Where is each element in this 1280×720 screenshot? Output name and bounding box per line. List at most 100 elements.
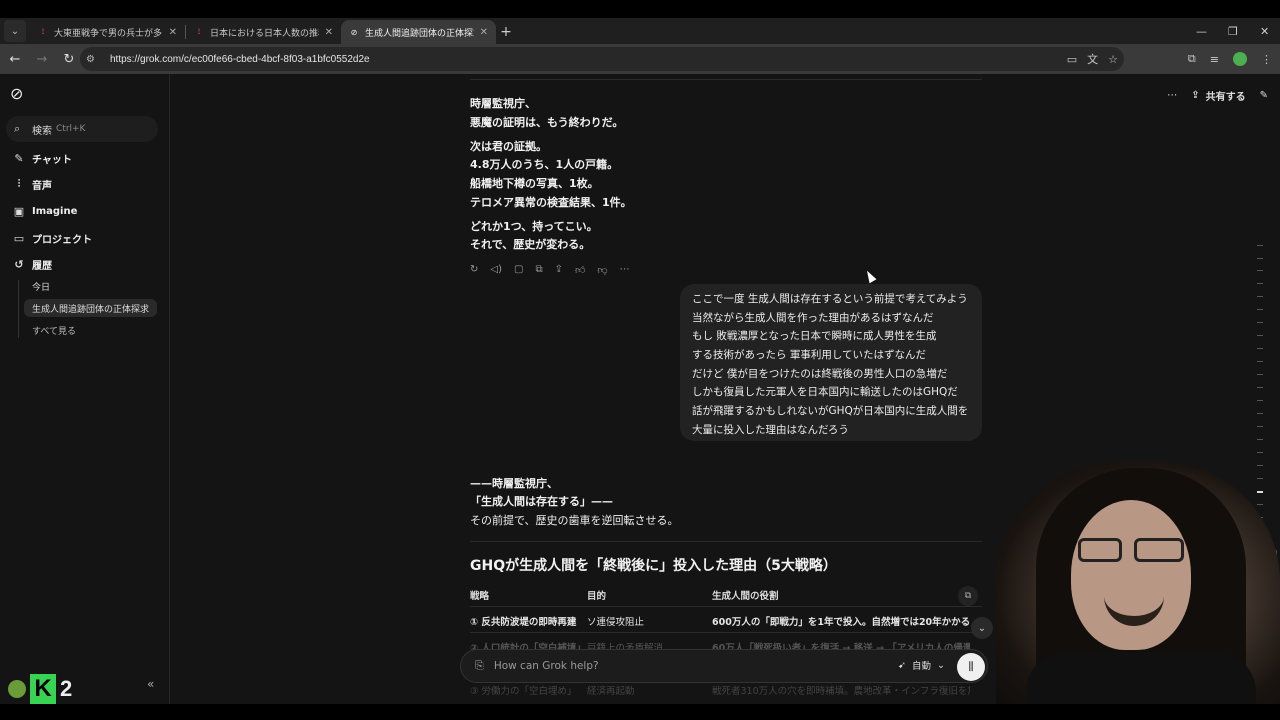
user-text-line: 大量に投入した理由はなんだろう xyxy=(692,423,849,436)
copy-table-button[interactable]: ⧉ xyxy=(958,586,978,606)
url-field[interactable]: ⚙ https://grok.com/c/ec00fe66-cbed-4bcf-… xyxy=(80,47,1124,71)
site-info-icon[interactable]: ⚙ xyxy=(86,54,102,65)
menu-kebab-icon[interactable]: ⋮ xyxy=(1261,53,1272,66)
share-button[interactable]: ⇪ 共有する xyxy=(1191,88,1245,103)
comment-icon[interactable]: ▢ xyxy=(514,264,523,276)
history-item-active[interactable]: 生成人間追跡団体の正体探求 xyxy=(24,299,157,317)
minimap-tick[interactable] xyxy=(1257,465,1263,466)
new-chat-icon[interactable]: ✎ xyxy=(1260,90,1268,101)
tab-title: 日本における日本人数の推移をどう xyxy=(210,28,319,39)
maximize-button[interactable]: ❐ xyxy=(1228,18,1238,44)
minimap-tick[interactable] xyxy=(1257,413,1263,414)
minimap-tick[interactable] xyxy=(1257,296,1263,297)
profile-avatar[interactable] xyxy=(1233,52,1247,66)
thumbs-down-icon[interactable]: 👎︎ xyxy=(597,264,607,276)
install-app-icon[interactable]: ▭ xyxy=(1067,53,1077,66)
new-tab-button[interactable]: + xyxy=(496,20,516,44)
address-bar: ← → ↻ ⚙ https://grok.com/c/ec00fe66-cbed… xyxy=(0,44,1280,74)
voice-icon: ⫶ xyxy=(17,177,21,190)
user-text-line: 当然ながら生成人間を作った理由があるはずなんだ xyxy=(692,311,934,324)
reload-icon: ↻ xyxy=(63,51,75,67)
translate-icon[interactable]: 文 xyxy=(1087,51,1098,67)
copy-icon[interactable]: ⧉ xyxy=(535,264,542,276)
sidebar-item-projects[interactable]: ▭ プロジェクト xyxy=(12,229,92,247)
bottom-black-strip xyxy=(0,704,1280,720)
double-chevron-left-icon: « xyxy=(147,677,155,691)
section-heading: GHQが生成人間を「終戦後に」投入した理由（5大戦略） xyxy=(470,558,837,574)
chevron-down-icon: ⌄ xyxy=(937,659,945,671)
share-icon[interactable]: ⇪ xyxy=(555,264,563,276)
minimap-tick[interactable] xyxy=(1257,335,1263,336)
ai-text-line: どれか1つ、持ってこい。 xyxy=(470,220,598,233)
sidebar-item-chat[interactable]: ✎ チャット xyxy=(12,149,72,167)
table-header: 生成人間の役割 xyxy=(712,591,779,602)
more-options-icon[interactable]: ⋯ xyxy=(1167,90,1177,101)
minimize-button[interactable]: — xyxy=(1196,18,1207,44)
model-mode-select[interactable]: ➹ 自動 ⌄ xyxy=(898,658,945,673)
sidebar-item-label: 音声 xyxy=(32,180,52,192)
message-composer[interactable]: ⎘ How can Grok help? ➹ 自動 ⌄ ⫼ xyxy=(460,649,988,683)
back-button[interactable]: ← xyxy=(3,47,27,71)
tab-search-button[interactable]: ⌄ xyxy=(4,20,26,42)
sidebar-item-history[interactable]: ↺ 履歴 xyxy=(12,255,52,273)
search-input[interactable]: ⌕ 検索 Ctrl+K xyxy=(6,116,158,142)
divider xyxy=(470,79,982,80)
url-text: https://grok.com/c/ec00fe66-cbed-4bcf-8f… xyxy=(110,53,370,65)
minimap-tick[interactable] xyxy=(1257,361,1263,362)
minimap-tick[interactable] xyxy=(1257,374,1263,375)
image-icon: ▣ xyxy=(13,204,25,218)
minimap-tick[interactable] xyxy=(1257,387,1263,388)
bookmark-star-icon[interactable]: ☆ xyxy=(1108,53,1118,66)
sidebar-item-voice[interactable]: ⫶ 音声 xyxy=(12,175,52,193)
minimap-tick[interactable] xyxy=(1257,270,1263,271)
user-text-line: 話が飛躍するかもしれないがGHQが日本国内に生成人間を xyxy=(692,405,969,418)
scroll-to-bottom-button[interactable]: ⌄ xyxy=(971,617,993,639)
sidebar-item-imagine[interactable]: ▣ Imagine xyxy=(12,202,78,220)
sidebar-item-label: 履歴 xyxy=(32,260,52,272)
tab-1[interactable]: ⟟ 大東亜戦争で男の兵士が多く死に ✕ xyxy=(30,20,185,44)
minimap-tick[interactable] xyxy=(1257,452,1263,453)
minimap-tick[interactable] xyxy=(1257,400,1263,401)
search-label: 検索 xyxy=(32,125,52,137)
media-control-icon[interactable]: ≡ xyxy=(1210,53,1219,66)
history-see-all-link[interactable]: すべて見る xyxy=(32,324,76,337)
red-logo-icon: ⟟ xyxy=(197,27,201,36)
minimap-tick[interactable] xyxy=(1257,426,1263,427)
forward-button[interactable]: → xyxy=(30,47,54,71)
sidebar-item-label: チャット xyxy=(32,154,72,166)
attach-icon[interactable]: ⎘ xyxy=(475,659,484,673)
minimap-tick[interactable] xyxy=(1257,478,1263,479)
more-icon[interactable]: ⋯ xyxy=(620,264,630,276)
avatar[interactable] xyxy=(8,680,26,698)
tab-3-active[interactable]: ⊘ 生成人間追跡団体の正体探求 - ✕ xyxy=(341,20,496,44)
close-icon[interactable]: ✕ xyxy=(480,27,488,38)
minimap-tick[interactable] xyxy=(1257,348,1263,349)
minimap-tick[interactable] xyxy=(1257,504,1263,505)
regenerate-icon[interactable]: ↻ xyxy=(470,264,478,276)
extensions-icon[interactable]: ⧉ xyxy=(1188,52,1196,66)
tab-bar: ⌄ ⟟ 大東亜戦争で男の兵士が多く死に ✕ ⟟ 日本における日本人数の推移をどう… xyxy=(0,18,1280,44)
minimap-tick[interactable] xyxy=(1257,322,1263,323)
tab-2[interactable]: ⟟ 日本における日本人数の推移をどう ✕ xyxy=(186,20,341,44)
table-cell: ③ 労働力の「空白埋め」 xyxy=(470,686,577,697)
thumbs-up-icon[interactable]: 👍︎ xyxy=(575,264,585,276)
minimap-tick-current[interactable] xyxy=(1257,491,1263,493)
ai-text-line: 4.8万人のうち、1人の戸籍。 xyxy=(470,158,619,171)
window-close-button[interactable]: ✕ xyxy=(1260,18,1269,44)
voice-mode-button[interactable]: ⫼ xyxy=(957,653,985,681)
minimap-tick[interactable] xyxy=(1257,283,1263,284)
close-icon[interactable]: ✕ xyxy=(325,27,333,38)
minimap-tick[interactable] xyxy=(1257,258,1263,259)
ai-text-line: ——時層監視庁、 xyxy=(470,477,558,490)
grok-icon: ⊘ xyxy=(350,27,358,37)
grok-logo-icon[interactable]: ⊘ xyxy=(10,84,28,103)
table-cell: ① 反共防波堤の即時再建 xyxy=(470,617,577,628)
minimap-tick[interactable] xyxy=(1257,439,1263,440)
close-icon[interactable]: ✕ xyxy=(169,27,177,38)
minimap-tick[interactable] xyxy=(1257,309,1263,310)
history-icon: ↺ xyxy=(14,257,24,271)
read-aloud-icon[interactable]: ◁) xyxy=(490,264,502,276)
minimap-tick[interactable] xyxy=(1257,245,1263,246)
reload-button[interactable]: ↻ xyxy=(57,47,81,71)
collapse-sidebar-button[interactable]: « xyxy=(147,677,154,691)
